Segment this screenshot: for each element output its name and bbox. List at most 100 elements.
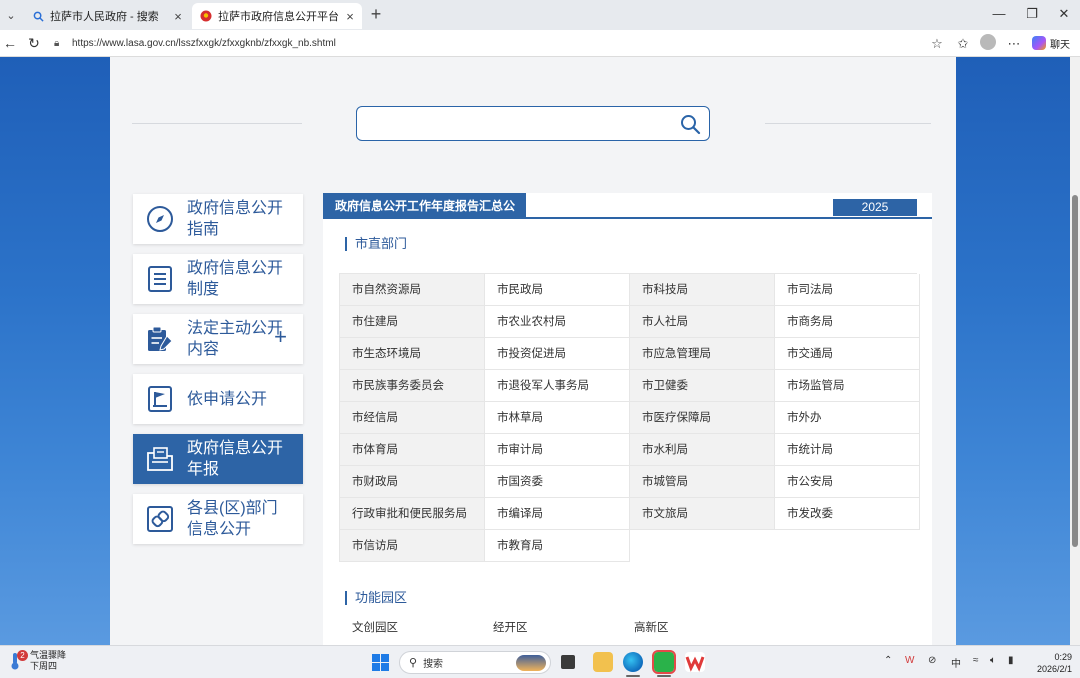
tab-lasa-gov[interactable]: 拉萨市政府信息公开平台 × [192,3,362,29]
thermometer-icon: 2 [8,650,28,670]
department-link[interactable]: 市退役军人事务局 [485,370,630,402]
department-link[interactable]: 市民族事务委员会 [340,370,485,402]
department-link[interactable]: 市发改委 [775,498,920,530]
search-icon: ⚲ [409,657,418,669]
profile-avatar[interactable] [980,34,996,50]
minimize-icon[interactable]: — [984,4,1014,24]
department-link[interactable]: 市教育局 [485,530,630,562]
url-field[interactable]: 🔒︎ https://www.lasa.gov.cn/lsszfxxgk/zfx… [48,33,948,54]
tab-actions-chevron-icon[interactable]: ⌄ [2,5,20,25]
department-link[interactable]: 市卫健委 [630,370,775,402]
park-link[interactable]: 高新区 [634,619,775,635]
wps-tray-icon[interactable]: W [905,655,914,666]
ime-indicator[interactable]: 中 [951,655,961,670]
divider-line [765,123,931,124]
sidebar-item-label: 政府信息公开指南 [187,200,284,238]
department-link[interactable]: 市自然资源局 [340,274,485,306]
sidebar-item-annual-report[interactable]: 政府信息公开年报 [133,434,303,484]
department-link[interactable]: 市体育局 [340,434,485,466]
expand-plus-icon[interactable]: + [274,326,287,348]
department-link[interactable]: 市司法局 [775,274,920,306]
more-menu-icon[interactable]: ⋯ [1004,34,1024,54]
network-off-icon[interactable]: ⊘ [928,655,936,666]
department-link[interactable]: 市城管局 [630,466,775,498]
year-selector[interactable]: 2025 [833,199,917,216]
department-link[interactable]: 市生态环境局 [340,338,485,370]
taskbar-search[interactable]: ⚲ 搜索 [399,651,551,674]
tab-bing-search[interactable]: 拉萨市人民政府 - 搜索 × [24,3,190,29]
panel-header: 政府信息公开工作年度报告汇总公布 2025 [323,193,932,239]
file-explorer-icon[interactable] [593,652,613,672]
sidebar-item-statutory[interactable]: 法定主动公开内容 + [133,314,303,364]
edge-browser-icon[interactable] [623,652,643,672]
park-link[interactable]: 经开区 [493,619,634,635]
taskbar: 2 气温骤降 下周四 ⚲ 搜索 ⌃ W ⊘ 中 ≈ 🔈︎ ▮ 0:29 2026… [0,645,1080,678]
restore-icon[interactable]: ❐ [1017,4,1047,24]
weather-widget[interactable]: 2 气温骤降 下周四 [8,650,66,672]
department-link[interactable]: 市审计局 [485,434,630,466]
page-content: 政府信息公开指南 政府信息公开制度 法定主动公开内容 + 依申请公开 政府信息公… [110,57,956,645]
close-tab-icon[interactable]: × [342,9,358,24]
sidebar-item-system[interactable]: 政府信息公开制度 [133,254,303,304]
sidebar-item-county-departments[interactable]: 各县(区)部门信息公开 [133,494,303,544]
department-link[interactable]: 市住建局 [340,306,485,338]
department-link[interactable]: 市科技局 [630,274,775,306]
department-link[interactable]: 市人社局 [630,306,775,338]
department-link[interactable]: 市交通局 [775,338,920,370]
wechat-icon[interactable] [652,650,676,674]
copilot-icon [1032,36,1046,50]
department-link[interactable]: 市信访局 [340,530,485,562]
department-link[interactable]: 市应急管理局 [630,338,775,370]
department-link[interactable]: 市民政局 [485,274,630,306]
search-highlight-image [516,655,546,671]
department-link[interactable]: 市场监管局 [775,370,920,402]
department-link[interactable]: 市公安局 [775,466,920,498]
taskbar-search-label: 搜索 [423,659,444,670]
copilot-chat-button[interactable]: 聊天 [1032,34,1070,52]
department-link[interactable]: 市投资促进局 [485,338,630,370]
favorite-star-icon[interactable]: ☆ [927,34,947,54]
task-view-icon[interactable] [561,655,575,669]
battery-icon[interactable]: ▮ [1008,655,1014,666]
department-link[interactable]: 市外办 [775,402,920,434]
department-link[interactable]: 市文旅局 [630,498,775,530]
scrollbar-thumb[interactable] [1072,195,1078,547]
sidebar-item-guide[interactable]: 政府信息公开指南 [133,194,303,244]
background-right [956,57,1070,645]
tray-overflow-chevron-icon[interactable]: ⌃ [884,655,892,666]
department-link[interactable]: 市国资委 [485,466,630,498]
windows-start-icon[interactable] [372,654,389,671]
department-link[interactable]: 市水利局 [630,434,775,466]
sidebar-item-request[interactable]: 依申请公开 [133,374,303,424]
close-window-icon[interactable]: ✕ [1049,4,1079,24]
search-icon[interactable] [679,113,701,135]
department-link[interactable]: 市农业农村局 [485,306,630,338]
park-link[interactable]: 文创园区 [352,619,493,635]
department-link[interactable]: 行政审批和便民服务局 [340,498,485,530]
wps-office-icon[interactable] [685,652,705,672]
page-scrollbar[interactable] [1070,57,1080,645]
page-viewport: 政府信息公开指南 政府信息公开制度 法定主动公开内容 + 依申请公开 政府信息公… [0,57,1080,645]
favorites-list-icon[interactable]: ✩ [953,34,973,54]
site-search-input[interactable] [356,106,710,141]
sidebar-item-label: 各县(区)部门信息公开 [187,500,278,538]
tab-title: 拉萨市人民政府 - 搜索 [50,11,159,23]
refresh-icon[interactable]: ↻ [24,33,44,53]
department-link[interactable]: 市经信局 [340,402,485,434]
system-clock[interactable]: 0:29 2026/2/1 [1028,651,1072,675]
department-link[interactable]: 市统计局 [775,434,920,466]
sidebar-item-label: 法定主动公开内容 [187,320,284,358]
back-arrow-icon[interactable]: ← [0,33,20,53]
department-link[interactable]: 市林草局 [485,402,630,434]
address-bar: ← ↻ 🔒︎ https://www.lasa.gov.cn/lsszfxxgk… [0,30,1080,57]
volume-icon[interactable]: 🔈︎ [990,655,996,666]
wifi-icon[interactable]: ≈ [973,655,979,666]
lock-icon: 🔒︎ [54,38,60,49]
close-tab-icon[interactable]: × [170,9,186,24]
department-link[interactable]: 市编译局 [485,498,630,530]
department-link[interactable]: 市商务局 [775,306,920,338]
department-link[interactable]: 市财政局 [340,466,485,498]
section-title-municipal-departments: 市直部门 [345,237,407,251]
department-link[interactable]: 市医疗保障局 [630,402,775,434]
new-tab-button[interactable]: + [366,4,386,24]
